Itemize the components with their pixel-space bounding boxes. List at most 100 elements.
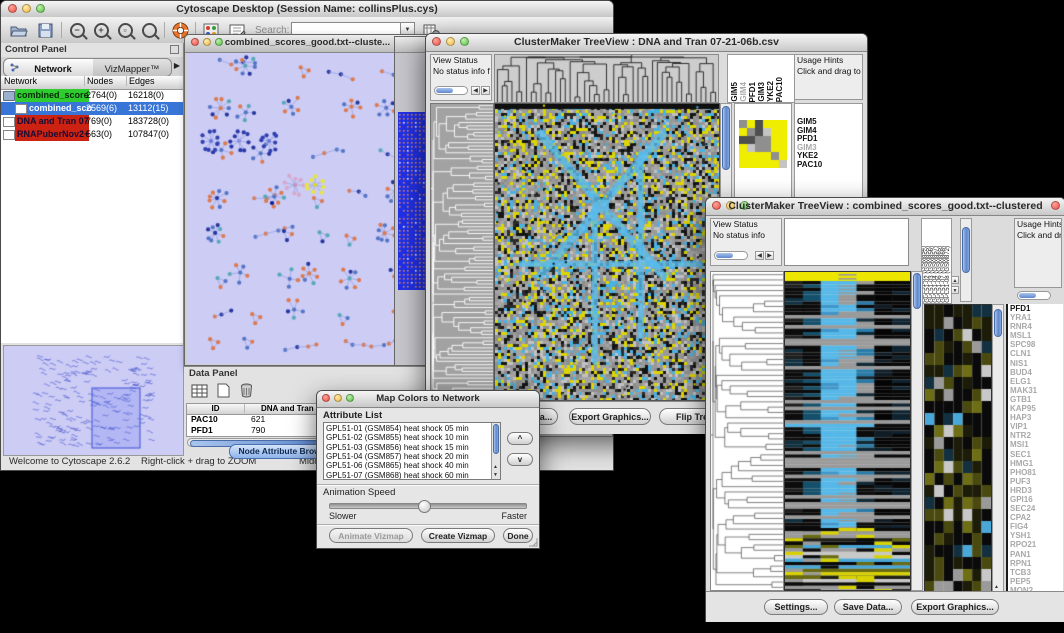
attribute-list-vscrollbar[interactable]: ▲ ▼ [491, 423, 500, 479]
tv2-hints-scrollbar[interactable] [1017, 291, 1051, 300]
tv2-gene-label[interactable]: RPO21 [1008, 540, 1063, 549]
tv2-genes-vscrollbar[interactable]: ▲ [992, 304, 1004, 592]
animation-speed-slider[interactable] [329, 503, 527, 509]
tv2-gene-label[interactable]: SEC1 [1008, 450, 1063, 459]
network-row[interactable]: DNA and Tran 07769(0)183728(0) [1, 115, 183, 128]
float-panel-icon[interactable] [170, 45, 179, 54]
save-session-icon[interactable] [35, 21, 55, 40]
tv2-gene-label[interactable]: YRA1 [1008, 313, 1063, 322]
tv2-save-data--button[interactable]: Save Data... [834, 599, 902, 615]
scroll-down-icon[interactable]: ▼ [493, 472, 498, 478]
tv1-row-label[interactable]: PAC10 [795, 161, 862, 170]
tv2-column-dendrogram[interactable] [784, 218, 909, 266]
create-attribute-icon[interactable] [213, 381, 233, 400]
tv2-zoom-heatmap[interactable] [924, 304, 992, 592]
tv2-gene-label[interactable]: PAN1 [1008, 550, 1063, 559]
tv2-heatmap[interactable] [784, 271, 911, 591]
tv2-gene-label[interactable]: RNR4 [1008, 322, 1063, 331]
scroll-left-icon[interactable]: ◀ [471, 86, 480, 95]
zoom-in-icon[interactable]: + [91, 21, 111, 40]
tv2-labels-vscrollbar[interactable] [960, 218, 972, 302]
tv1-column-label[interactable]: GIM4 [739, 82, 748, 102]
tv2-gene-label[interactable]: HMG1 [1008, 459, 1063, 468]
open-file-icon[interactable] [9, 21, 29, 40]
attribute-list-item[interactable]: GPL51-03 (GSM856) heat shock 15 min [326, 443, 469, 452]
tv2-gene-label[interactable]: PUF3 [1008, 477, 1063, 486]
slider-thumb[interactable] [418, 500, 431, 513]
tv2-gene-label[interactable]: CPA2 [1008, 513, 1063, 522]
network-row[interactable]: RNAPuberNov2+|563(0)107847(0) [1, 128, 183, 141]
attribute-list-item[interactable]: GPL51-02 (GSM855) heat shock 10 min [326, 433, 469, 442]
attribute-list-item[interactable]: GPL51-06 (GSM865) heat shock 40 min [326, 461, 469, 470]
tv2-gene-label[interactable]: HAP3 [1008, 413, 1063, 422]
tv2-gene-label[interactable]: KAP95 [1008, 404, 1063, 413]
tv2-row-dendrogram[interactable] [710, 271, 784, 591]
tv1-column-label[interactable]: PFD1 [748, 82, 757, 102]
tv2-gene-label[interactable]: GTB1 [1008, 395, 1063, 404]
tv1-column-label[interactable]: YKE2 [766, 81, 775, 102]
attribute-list[interactable]: ▲ ▼ GPL51-01 (GSM854) heat shock 05 minG… [323, 422, 501, 480]
tv2-export-graphics--button[interactable]: Export Graphics... [911, 599, 999, 615]
tv2-gene-label[interactable]: BUD4 [1008, 368, 1063, 377]
tv2-gene-label[interactable]: SPC98 [1008, 340, 1063, 349]
network-row[interactable]: combined_scores2764(0)16218(0) [1, 89, 183, 102]
tab-network[interactable]: Network [3, 58, 95, 77]
zoom-out-icon[interactable]: − [67, 21, 87, 40]
tv2-gene-label[interactable]: YSH1 [1008, 531, 1063, 540]
scroll-right-icon[interactable]: ▶ [765, 251, 774, 260]
tv1-status-scrollbar[interactable] [434, 86, 468, 95]
tv1-zoom-matrix[interactable] [739, 120, 787, 168]
scroll-down-icon[interactable]: ▼ [951, 286, 959, 294]
tv2-gene-label[interactable]: MSL1 [1008, 331, 1063, 340]
tv2-gene-label[interactable]: HRD3 [1008, 486, 1063, 495]
tv1-column-label[interactable]: PAC10 [775, 77, 784, 102]
scroll-up-icon[interactable]: ▲ [493, 464, 498, 470]
tv2-gene-label[interactable]: VIP1 [1008, 422, 1063, 431]
tv2-settings--button[interactable]: Settings... [764, 599, 828, 615]
delete-attribute-icon[interactable] [236, 381, 256, 400]
select-attributes-icon[interactable] [189, 381, 209, 400]
move-up-button[interactable]: ^ [507, 432, 533, 445]
tv2-gene-label[interactable]: RPN1 [1008, 559, 1063, 568]
tv2-gene-label[interactable]: PEP5 [1008, 577, 1063, 586]
zoom-actual-icon[interactable] [139, 21, 159, 40]
scroll-up-icon[interactable]: ▲ [994, 584, 999, 590]
create-vizmap-button[interactable]: Create Vizmap [421, 528, 495, 543]
network-table-header[interactable]: Network Nodes Edges [1, 76, 183, 90]
tv2-gene-label[interactable]: MSI1 [1008, 440, 1063, 449]
scroll-right-icon[interactable]: ▶ [481, 86, 490, 95]
tab-vizmapper[interactable]: VizMapper™ [93, 58, 172, 77]
network-canvas[interactable] [187, 53, 428, 364]
move-down-button[interactable]: v [507, 453, 533, 466]
tab-overflow-icon[interactable]: ▶ [174, 61, 180, 70]
tv2-column-label[interactable]: GPL51-08 (GSM872) [946, 246, 950, 303]
attribute-list-item[interactable]: GPL51-07 (GSM868) heat shock 60 min [326, 471, 469, 480]
zoom-selected-icon[interactable]: ▫ [115, 21, 135, 40]
network-overview-thumbnail[interactable] [3, 345, 184, 456]
tv1-export-graphics--button[interactable]: Export Graphics... [569, 408, 651, 425]
tv2-gene-label[interactable]: FIG4 [1008, 522, 1063, 531]
tv2-gene-label[interactable]: PHO81 [1008, 468, 1063, 477]
tv2-gene-label[interactable]: CLN1 [1008, 349, 1063, 358]
tv1-row-dendrogram[interactable] [430, 103, 494, 401]
tv1-column-dendrogram[interactable] [494, 54, 719, 103]
tv1-column-label[interactable]: GIM5 [730, 82, 739, 102]
tv1-heatmap[interactable] [494, 103, 720, 401]
scroll-left-icon[interactable]: ◀ [755, 251, 764, 260]
tv2-gene-label[interactable]: MAK31 [1008, 386, 1063, 395]
tv2-gene-label[interactable]: SEC24 [1008, 504, 1063, 513]
main-title-bar[interactable]: Cytoscape Desktop (Session Name: collins… [1, 1, 613, 18]
tv2-gene-label[interactable]: ELG1 [1008, 377, 1063, 386]
attribute-list-item[interactable]: GPL51-04 (GSM857) heat shock 20 min [326, 452, 469, 461]
scroll-up-icon[interactable]: ▲ [951, 276, 959, 284]
attribute-list-item[interactable]: GPL51-01 (GSM854) heat shock 05 min [326, 424, 469, 433]
network-row[interactable]: combined_sco2569(6)13112(15) [1, 102, 183, 115]
tv2-gene-label[interactable]: NIS1 [1008, 359, 1063, 368]
tv2-gene-label[interactable]: GPI16 [1008, 495, 1063, 504]
tv1-column-label[interactable]: GIM3 [757, 82, 766, 102]
tv2-heatmap-vscrollbar[interactable] [911, 271, 923, 591]
tv2-gene-label[interactable]: NTR2 [1008, 431, 1063, 440]
tv2-gene-label[interactable]: TCB3 [1008, 568, 1063, 577]
tv2-gene-label[interactable]: PFD1 [1008, 304, 1063, 313]
tv2-status-scrollbar[interactable] [714, 251, 748, 260]
